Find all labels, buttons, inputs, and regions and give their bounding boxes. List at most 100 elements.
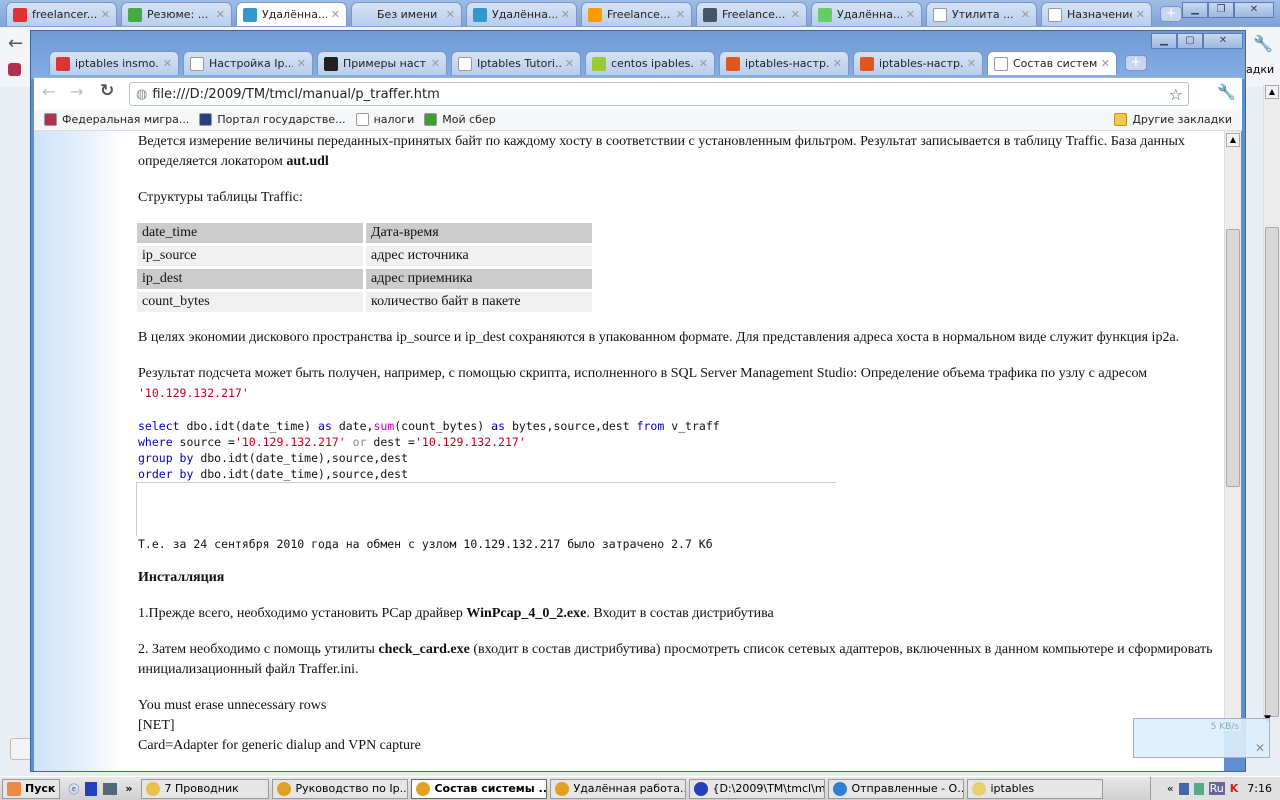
install-heading: Инсталляция <box>138 570 225 585</box>
outer-new-tab-button[interactable]: + <box>1160 6 1182 22</box>
network-icon[interactable] <box>1178 782 1189 795</box>
tab-close-icon[interactable]: ✕ <box>101 8 110 21</box>
bookmark-item[interactable]: Мой сбер <box>424 113 496 126</box>
outer-scroll-thumb[interactable] <box>1265 227 1279 717</box>
tab-close-icon[interactable]: ✕ <box>216 8 225 21</box>
field-name: ip_source <box>137 246 363 266</box>
tab-close-icon[interactable]: ✕ <box>446 8 455 21</box>
language-indicator[interactable]: Ru <box>1208 782 1225 795</box>
tab-close-icon[interactable]: ✕ <box>699 57 708 70</box>
start-button[interactable]: Пуск <box>2 778 61 799</box>
freelance-icon <box>588 7 602 22</box>
task-icon <box>277 781 292 796</box>
install-step-1: 1.Прежде всего, необходимо установить PC… <box>138 606 774 621</box>
volume-icon[interactable] <box>1193 782 1204 795</box>
inner-tab[interactable]: iptables insmo... ✕ <box>49 51 179 75</box>
maximize-button[interactable]: ▢ <box>1177 33 1203 49</box>
taskbar-task[interactable]: iptables <box>967 778 1104 799</box>
taskbar-task[interactable]: Руководство по Ip... <box>272 778 409 799</box>
inner-tab[interactable]: iptables-настр... ✕ <box>853 51 983 75</box>
outer-back-icon[interactable]: ← <box>8 33 23 54</box>
inner-tab[interactable]: centos ipables... ✕ <box>585 51 715 75</box>
outer-tab[interactable]: Удалённа... ✕ <box>811 2 922 26</box>
desktop-icon[interactable] <box>103 782 118 795</box>
back-icon[interactable]: ← <box>42 82 55 101</box>
forward-icon[interactable]: → <box>70 82 83 101</box>
kaspersky-icon[interactable]: K <box>1230 782 1239 795</box>
bookmark-item[interactable]: налоги <box>355 113 415 126</box>
outer-tab[interactable]: Freelance... ✕ <box>696 2 807 26</box>
inner-new-tab-button[interactable]: + <box>1125 55 1147 71</box>
taskbar-task[interactable]: Удалённая работа... <box>550 778 687 799</box>
inner-tab[interactable]: Настройка Ip... ✕ <box>183 51 313 75</box>
tab-close-icon[interactable]: ✕ <box>1021 8 1030 21</box>
tab-close-icon[interactable]: ✕ <box>967 57 976 70</box>
inner-tab[interactable]: iptables-настр... ✕ <box>719 51 849 75</box>
scroll-thumb[interactable] <box>1226 229 1240 487</box>
close-button[interactable]: ✕ <box>1203 33 1243 49</box>
tab-close-icon[interactable]: ✕ <box>1101 57 1110 70</box>
outer-bookmark-tail[interactable]: адки <box>1246 63 1274 76</box>
outer-close-button[interactable]: ✕ <box>1234 2 1274 18</box>
outer-tab[interactable]: Утилита ... ✕ <box>926 2 1037 26</box>
remote-icon <box>473 7 487 22</box>
page-scrollbar[interactable]: ▲ <box>1224 131 1241 731</box>
outer-tab[interactable]: Удалённа... ✕ <box>236 2 347 26</box>
inner-tab[interactable]: Iptables Tutori... ✕ <box>451 51 581 75</box>
outer-side-icon[interactable] <box>10 738 32 760</box>
reload-icon[interactable]: ↻ <box>100 81 114 101</box>
bookmark-label: налоги <box>373 113 415 126</box>
minimize-button[interactable]: ▁ <box>1151 33 1177 49</box>
wrench-icon[interactable]: 🔧 <box>1217 83 1236 101</box>
taskbar-task[interactable]: Отправленные - О... <box>828 778 965 799</box>
taskbar-task[interactable]: 7 Проводник <box>141 778 270 799</box>
tab-close-icon[interactable]: ✕ <box>431 57 440 70</box>
far-icon[interactable] <box>85 781 98 796</box>
outer-tab[interactable]: Назначение ✕ <box>1041 2 1152 26</box>
tab-close-icon[interactable]: ✕ <box>791 8 800 21</box>
other-bookmarks[interactable]: Другие закладки <box>1114 113 1232 126</box>
outer-wrench-icon[interactable]: 🔧 <box>1253 34 1273 53</box>
tab-close-icon[interactable]: ✕ <box>906 8 915 21</box>
storage-paragraph: В целях экономии дискового пространства … <box>138 330 1180 345</box>
outer-tab[interactable]: Удалённа... ✕ <box>466 2 577 26</box>
scroll-up-button[interactable]: ▲ <box>1226 133 1240 147</box>
ie-icon[interactable]: ⓔ <box>68 781 79 797</box>
outer-bookmark-icon[interactable] <box>8 63 21 76</box>
bookmark-item[interactable]: Федеральная мигра... <box>44 113 189 126</box>
tray-expand-icon[interactable]: « <box>1167 782 1174 795</box>
taskbar-task[interactable]: Состав системы ... <box>411 778 548 799</box>
tab-close-icon[interactable]: ✕ <box>331 8 340 21</box>
outer-scrollbar[interactable]: ▲ <box>1263 85 1280 730</box>
tab-close-icon[interactable]: ✕ <box>833 57 842 70</box>
green-icon <box>818 7 832 22</box>
quicklaunch-more-icon[interactable]: » <box>125 782 132 795</box>
address-bar[interactable]: ◍ file:///D:/2009/TM/tmcl/manual/p_traff… <box>129 82 1189 106</box>
intro-locator: aut.udl <box>286 154 329 169</box>
close-icon[interactable]: ✕ <box>1255 741 1265 755</box>
outer-restore-button[interactable]: ❐ <box>1208 2 1234 18</box>
taskbar-task[interactable]: {D:\2009\TM\tmcl\m... <box>689 778 826 799</box>
address-text[interactable]: file:///D:/2009/TM/tmcl/manual/p_traffer… <box>152 87 439 102</box>
inner-tab[interactable]: Состав системы ✕ <box>987 51 1117 75</box>
outer-tab[interactable]: Без имени ✕ <box>351 2 462 26</box>
tab-close-icon[interactable]: ✕ <box>163 57 172 70</box>
outer-tab[interactable]: Freelance... ✕ <box>581 2 692 26</box>
tab-close-icon[interactable]: ✕ <box>561 8 570 21</box>
outer-tab[interactable]: freelancer... ✕ <box>6 2 117 26</box>
tab-label: Настройка Ip... <box>209 57 293 70</box>
tab-close-icon[interactable]: ✕ <box>297 57 306 70</box>
tab-close-icon[interactable]: ✕ <box>1136 8 1145 21</box>
outer-tab[interactable]: Резюме: ... ✕ <box>121 2 232 26</box>
star-icon[interactable]: ☆ <box>1169 85 1183 104</box>
inner-tab[interactable]: Примеры наст... ✕ <box>317 51 447 75</box>
outer-scroll-up[interactable]: ▲ <box>1265 85 1279 99</box>
bookmark-item[interactable]: Портал государстве... <box>199 113 346 126</box>
tab-close-icon[interactable]: ✕ <box>676 8 685 21</box>
outer-minimize-button[interactable]: ▁ <box>1182 2 1208 18</box>
taskbar: Пуск ⓔ » 7 Проводник Руководство по Ip...… <box>0 776 1280 800</box>
network-meter-popup[interactable]: 5 KB/s ✕ <box>1133 718 1270 758</box>
system-tray: « Ru K 7:16 <box>1150 777 1280 800</box>
tab-close-icon[interactable]: ✕ <box>565 57 574 70</box>
clock: 7:16 <box>1247 782 1272 795</box>
